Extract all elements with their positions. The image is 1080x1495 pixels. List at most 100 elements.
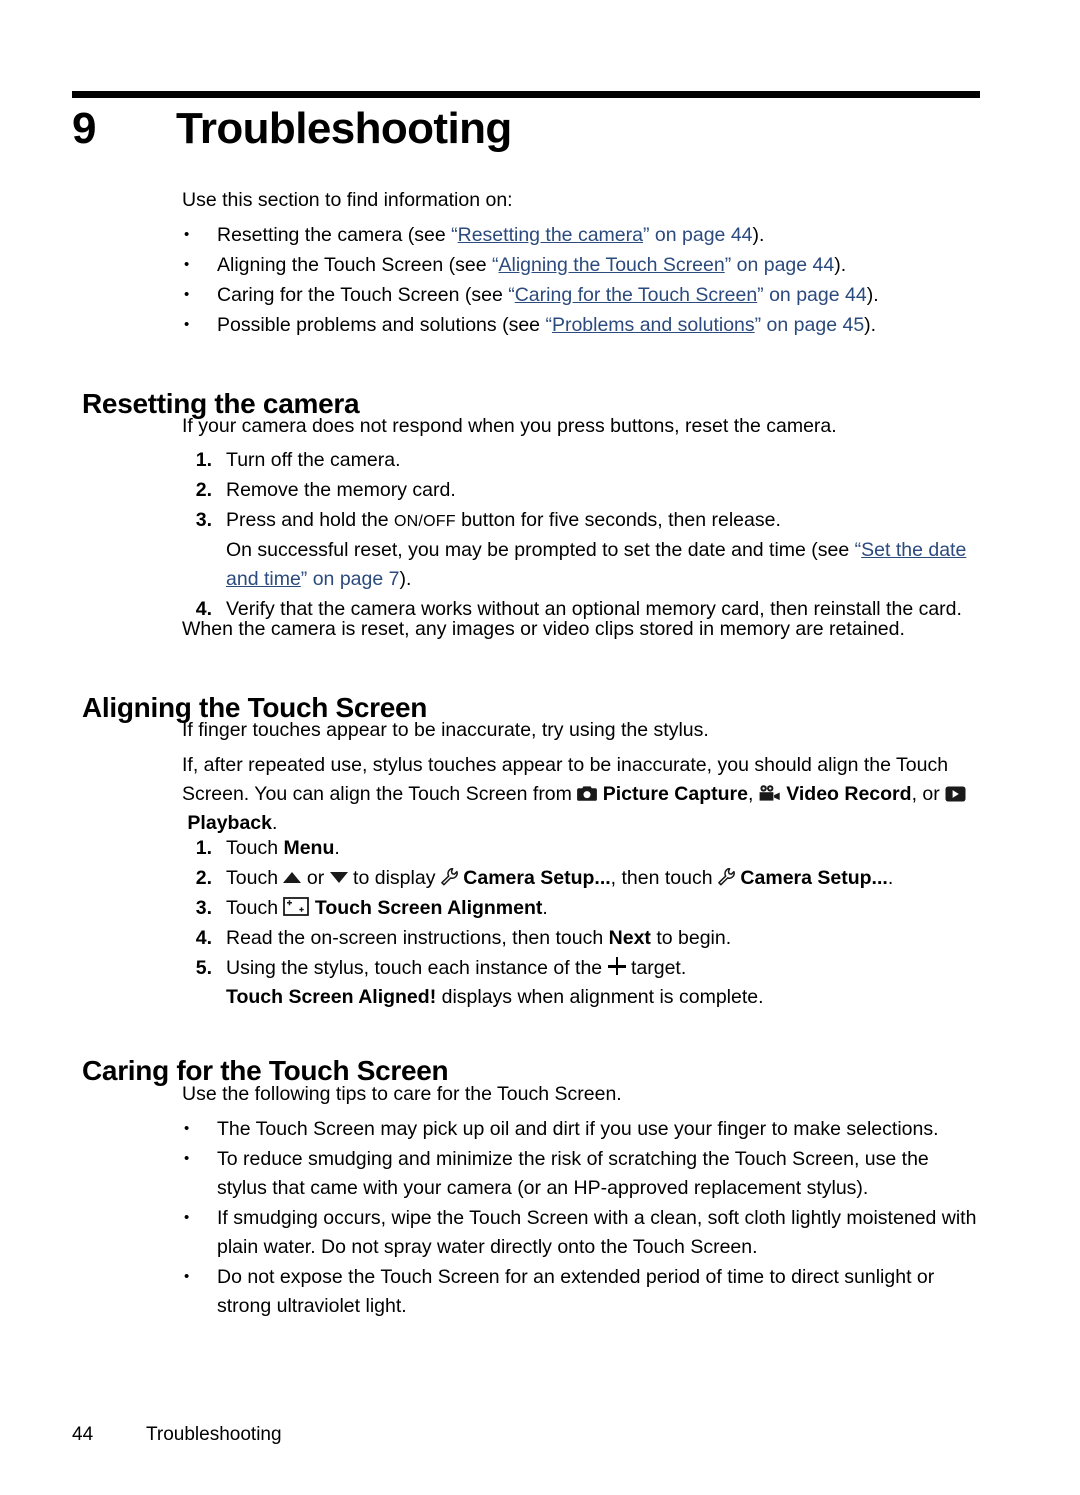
list-item: 4. Read the on-screen instructions, then…: [182, 924, 982, 953]
step-text-a: Touch: [226, 897, 284, 919]
bullet-text: To reduce smudging and minimize the risk…: [217, 1148, 929, 1199]
resetting-intro-text: If your camera does not respond when you…: [182, 415, 837, 437]
link-caring-for-the-touch-screen[interactable]: Caring for the Touch Screen: [515, 284, 757, 306]
step-number: 1.: [195, 837, 212, 859]
bullet-text-mid: on page: [731, 254, 813, 276]
footer-page-number: 44: [72, 1424, 94, 1445]
resetting-steps: 1. Turn off the camera. 2. Remove the me…: [182, 446, 982, 625]
step-text-b: target.: [625, 957, 687, 979]
step-text-a: Read the on-screen instructions, then to…: [226, 927, 609, 949]
step-text-c: to display: [347, 867, 441, 889]
step-number: 3.: [195, 897, 212, 919]
camera-setup-label-2: Camera Setup...: [740, 867, 888, 889]
aligning-para-1: If finger touches appear to be inaccurat…: [182, 716, 982, 745]
video-record-label: Video Record: [786, 783, 912, 805]
aligning-para-2-c: , or: [911, 783, 946, 805]
resetting-closing: When the camera is reset, any images or …: [182, 615, 982, 644]
list-item: Resetting the camera (see “Resetting the…: [182, 220, 982, 250]
step-text-a: Press and hold the: [226, 509, 395, 531]
bullet-text-post: ).: [866, 284, 879, 306]
page-footer: 44 Troubleshooting: [72, 1424, 980, 1446]
step-subtext-post: ).: [399, 568, 412, 590]
step-number: 2.: [195, 479, 212, 501]
bullet-text-pre: Resetting the camera (see: [217, 224, 452, 246]
step-text-d: , then touch: [610, 867, 718, 889]
list-item: 1. Touch Menu.: [182, 834, 982, 863]
aligning-steps: 1. Touch Menu. 2. Touch or to display Ca…: [182, 834, 982, 1013]
caring-bullet-list: The Touch Screen may pick up oil and dir…: [182, 1114, 982, 1322]
intro-lead: Use this section to find information on:: [182, 189, 513, 211]
next-button-label: Next: [608, 927, 651, 949]
list-item: Possible problems and solutions (see “Pr…: [182, 310, 982, 340]
step-text-a: Using the stylus, touch each instance of…: [226, 957, 608, 979]
link-aligning-the-touch-screen[interactable]: Aligning the Touch Screen: [498, 254, 724, 276]
bullet-text: Do not expose the Touch Screen for an ex…: [217, 1266, 935, 1317]
aligning-para-2-b: ,: [747, 783, 759, 805]
bullet-text-post: ).: [752, 224, 765, 246]
resetting-closing-text: When the camera is reset, any images or …: [182, 618, 905, 640]
crosshair-target-icon: [607, 957, 626, 975]
intro-block: Use this section to find information on:: [182, 186, 982, 215]
step-number: 2.: [195, 867, 212, 889]
touch-screen-alignment-icon: [283, 897, 310, 916]
aligning-para-2: If, after repeated use, stylus touches a…: [182, 751, 982, 838]
chapter-heading: 9 Troubleshooting: [72, 104, 980, 153]
step-text-e: .: [887, 867, 894, 889]
list-item: 5. Using the stylus, touch each instance…: [182, 954, 982, 1012]
bullet-text: If smudging occurs, wipe the Touch Scree…: [217, 1207, 977, 1258]
bullet-text-mid: on page: [761, 314, 843, 336]
playback-icon: [945, 786, 966, 802]
list-item: 3. Touch Touch Screen Alignment.: [182, 894, 982, 923]
step-text-b: .: [334, 837, 340, 859]
touch-screen-aligned-message: Touch Screen Aligned!: [226, 986, 437, 1008]
step-subtext-rest: displays when alignment is complete.: [436, 986, 764, 1008]
list-item: 2. Touch or to display Camera Setup..., …: [182, 864, 982, 893]
list-item: Do not expose the Touch Screen for an ex…: [182, 1262, 982, 1321]
aligning-para-2-text: If, after repeated use, stylus touches a…: [182, 751, 982, 838]
page-ref: 45: [842, 314, 865, 336]
document-page: 9 Troubleshooting Use this section to fi…: [0, 0, 1080, 1495]
list-item: If smudging occurs, wipe the Touch Scree…: [182, 1203, 982, 1262]
step-number: 5.: [195, 957, 212, 979]
step-text-b: or: [301, 867, 330, 889]
step-text-a: Touch: [226, 837, 284, 859]
step-text: Remove the memory card.: [226, 479, 456, 501]
step-number: 3.: [195, 509, 212, 531]
step-number: 4.: [195, 927, 212, 949]
menu-label: Menu: [283, 837, 335, 859]
page-ref: 7: [388, 568, 400, 590]
arrow-down-icon: [329, 872, 348, 883]
bullet-text-post: ).: [834, 254, 847, 276]
list-item: 3. Press and hold the ON/OFF button for …: [182, 506, 982, 594]
arrow-up-icon: [283, 872, 302, 883]
bullet-text-mid: on page: [763, 284, 845, 306]
page-title: Troubleshooting: [176, 104, 512, 153]
link-resetting-the-camera[interactable]: Resetting the camera: [458, 224, 643, 246]
step-number: 1.: [195, 449, 212, 471]
list-item: Aligning the Touch Screen (see “Aligning…: [182, 250, 982, 280]
page-ref: 44: [730, 224, 753, 246]
resetting-intro: If your camera does not respond when you…: [182, 412, 982, 441]
camera-setup-label-1: Camera Setup...: [463, 867, 611, 889]
step-text: Turn off the camera.: [226, 449, 401, 471]
wrench-icon: [718, 868, 735, 886]
touch-screen-alignment-label: Touch Screen Alignment: [314, 897, 543, 919]
step-text-b: .: [542, 897, 548, 919]
aligning-para-2-d: .: [271, 812, 278, 834]
page-ref: 44: [845, 284, 867, 306]
bullet-text-pre: Caring for the Touch Screen (see: [217, 284, 509, 306]
step-subtext: On successful reset, you may be prompted…: [226, 536, 982, 594]
step-subtext: Touch Screen Aligned! displays when alig…: [226, 983, 982, 1012]
list-item: The Touch Screen may pick up oil and dir…: [182, 1114, 982, 1144]
link-problems-and-solutions[interactable]: Problems and solutions: [552, 314, 755, 336]
chapter-number: 9: [72, 104, 96, 153]
footer-section-name: Troubleshooting: [146, 1424, 282, 1445]
camera-icon: [577, 785, 598, 802]
aligning-para-1-text: If finger touches appear to be inaccurat…: [182, 719, 709, 741]
picture-capture-label: Picture Capture: [602, 783, 748, 805]
wrench-icon: [441, 868, 458, 886]
bullet-text-mid: on page: [649, 224, 731, 246]
list-item: 1. Turn off the camera.: [182, 446, 982, 475]
list-item: Caring for the Touch Screen (see “Caring…: [182, 280, 982, 310]
step-text-b: to begin.: [650, 927, 732, 949]
